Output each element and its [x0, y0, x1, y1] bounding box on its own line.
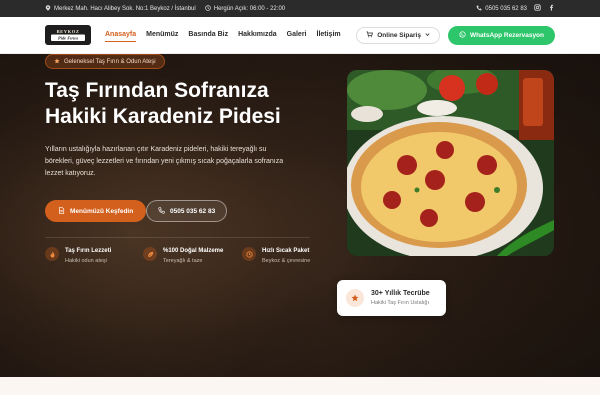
feature-fast-delivery: Hızlı Sıcak Paket Beykoz & çevresine: [242, 247, 310, 264]
nav-item-iletisim[interactable]: İletişim: [317, 28, 341, 42]
explore-menu-label: Menümüzü Keşfedin: [70, 207, 134, 215]
feature-natural-ingredients: %100 Doğal Malzeme Tereyağlı & taze: [143, 247, 223, 264]
topbar-phone-text: 0505 035 62 83: [485, 5, 527, 12]
leaf-icon: [143, 247, 157, 261]
feature-title: %100 Doğal Malzeme: [163, 248, 224, 254]
feature-subtitle: Hakiki odun ateşi: [65, 258, 107, 264]
document-icon: [58, 206, 65, 216]
whatsapp-icon: [459, 30, 466, 40]
nav-item-hakkimizda[interactable]: Hakkımızda: [238, 28, 277, 42]
hours-info: Hergün Açık: 06:00 - 22:00: [204, 4, 286, 13]
address-info: Merkez Mah. Hacı Alibey Sok. No:1 Beykoz…: [45, 4, 196, 13]
phone-icon: [476, 5, 482, 13]
clock-icon: [204, 4, 211, 13]
feature-title: Hızlı Sıcak Paket: [262, 248, 310, 254]
hero-food-image: [347, 70, 554, 256]
experience-subtitle: Hakiki Taş Fırın Ustalığı: [371, 300, 429, 306]
feature-title: Taş Fırın Lezzeti: [65, 248, 112, 254]
nav-item-anasayfa[interactable]: Anasayfa: [105, 28, 137, 42]
hero-title-line-1: Taş Fırından Sofranıza: [45, 79, 269, 102]
feature-subtitle: Tereyağlı & taze: [163, 258, 203, 264]
flame-icon: [45, 247, 59, 261]
topbar-phone-link[interactable]: 0505 035 62 83: [476, 5, 527, 13]
hero-badge-text: Geleneksel Taş Fırın & Odun Ateşi: [64, 58, 156, 65]
online-order-button[interactable]: Online Sipariş: [356, 26, 440, 44]
svg-text:BEYKOZ: BEYKOZ: [57, 29, 80, 34]
whatsapp-reservation-button[interactable]: WhatsApp Rezervasyon: [447, 25, 555, 45]
logo[interactable]: BEYKOZ Pide Fırını: [45, 25, 91, 45]
nav-item-basinda-biz[interactable]: Basında Biz: [188, 28, 228, 42]
hours-text: Hergün Açık: 06:00 - 22:00: [213, 5, 286, 12]
cart-icon: [366, 30, 374, 40]
clock-icon: [242, 247, 256, 261]
chevron-down-icon: [425, 32, 430, 39]
feature-stone-oven: Taş Fırın Lezzeti Hakiki odun ateşi: [45, 247, 111, 264]
hero-title-line-2: Hakiki Karadeniz Pidesi: [45, 105, 281, 128]
hero-badge: Geleneksel Taş Fırın & Odun Ateşi: [45, 54, 165, 69]
address-text: Merkez Mah. Hacı Alibey Sok. No:1 Beykoz…: [54, 5, 196, 12]
hero-divider: [45, 237, 310, 238]
star-icon: [54, 57, 60, 66]
hero-description: Yılların ustalığıyla hazırlanan çıtır Ka…: [45, 146, 284, 177]
call-phone-button[interactable]: 0505 035 62 83: [146, 200, 228, 222]
whatsapp-label: WhatsApp Rezervasyon: [469, 31, 544, 39]
location-pin-icon: [45, 4, 51, 13]
online-order-label: Online Sipariş: [377, 31, 421, 39]
top-info-bar: Merkez Mah. Hacı Alibey Sok. No:1 Beykoz…: [0, 0, 600, 17]
star-icon: [346, 289, 364, 307]
next-section-strip: [0, 377, 600, 395]
hero-title: Taş Fırından Sofranıza Hakiki Karadeniz …: [45, 78, 345, 130]
feature-subtitle: Beykoz & çevresine: [262, 258, 311, 264]
explore-menu-button[interactable]: Menümüzü Keşfedin: [45, 200, 147, 222]
experience-title: 30+ Yıllık Tecrübe: [371, 290, 430, 297]
nav-item-menumuz[interactable]: Menümüz: [146, 28, 178, 42]
call-phone-label: 0505 035 62 83: [170, 207, 216, 215]
nav-menu: Anasayfa Menümüz Basında Biz Hakkımızda …: [105, 28, 341, 42]
instagram-icon[interactable]: [534, 4, 541, 13]
phone-icon: [158, 206, 165, 216]
nav-item-galeri[interactable]: Galeri: [287, 28, 307, 42]
svg-text:Pide Fırını: Pide Fırını: [58, 36, 79, 41]
main-navbar: BEYKOZ Pide Fırını Anasayfa Menümüz Bası…: [0, 17, 600, 54]
facebook-icon[interactable]: [548, 4, 555, 13]
experience-card: 30+ Yıllık Tecrübe Hakiki Taş Fırın Usta…: [337, 280, 446, 316]
